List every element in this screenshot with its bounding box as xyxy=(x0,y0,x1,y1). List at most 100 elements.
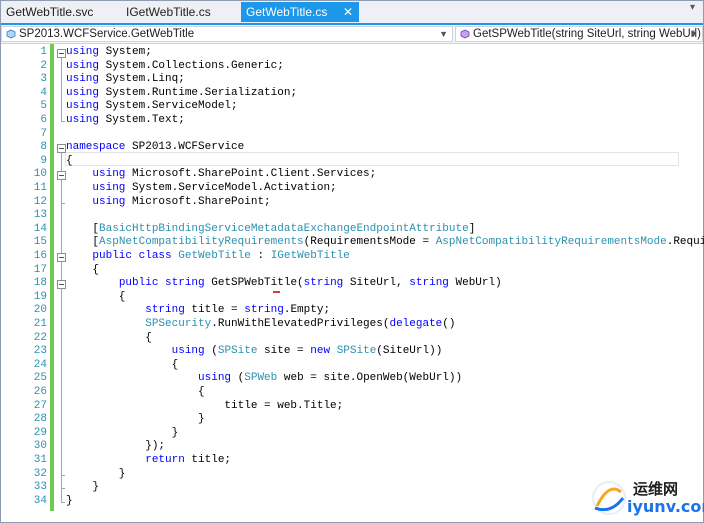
code-editor[interactable]: 1 2 3 4 5 6 7 8 9 10 11 12 13 14 15 16 17 18 19 20 21 22 23 24 2… xyxy=(1,44,704,522)
code-line[interactable]: namespace SP2013.WCFService xyxy=(66,141,244,155)
line-number: 5 xyxy=(40,100,47,113)
line-number: 20 xyxy=(33,304,47,317)
line-number: 22 xyxy=(33,331,47,344)
collapse-icon[interactable] xyxy=(57,49,66,58)
code-line[interactable]: [BasicHttpBindingServiceMetadataExchange… xyxy=(66,223,475,237)
close-icon[interactable]: ✕ xyxy=(343,2,353,22)
line-number: 23 xyxy=(33,345,47,358)
code-line[interactable]: using System; xyxy=(66,46,152,60)
code-line[interactable]: public class GetWebTitle : IGetWebTitle xyxy=(66,250,350,264)
line-number: 15 xyxy=(33,236,47,249)
code-line[interactable]: using System.Collections.Generic; xyxy=(66,60,284,74)
method-icon xyxy=(460,29,470,39)
line-number: 26 xyxy=(33,386,47,398)
chevron-down-icon: ▼ xyxy=(689,29,698,39)
fold-guide-line xyxy=(61,289,62,476)
code-line[interactable]: { xyxy=(66,291,126,305)
code-line[interactable]: using (SPSite site = new SPSite(SiteUrl)… xyxy=(66,345,443,359)
line-number: 21 xyxy=(33,318,47,330)
line-number: 19 xyxy=(33,290,47,303)
fold-guide-end xyxy=(61,202,65,204)
type-dropdown-label: SP2013.WCFService.GetWebTitle xyxy=(19,28,195,40)
code-line[interactable]: { xyxy=(66,264,99,278)
tab-getwebtitle-svc[interactable]: GetWebTitle.svc xyxy=(1,2,119,22)
type-dropdown[interactable]: SP2013.WCFService.GetWebTitle ▼ xyxy=(1,26,453,42)
code-line[interactable]: } xyxy=(66,427,179,441)
line-number: 8 xyxy=(40,141,47,154)
line-number: 1 xyxy=(40,46,47,58)
code-line[interactable]: }); xyxy=(66,440,165,454)
line-number: 13 xyxy=(33,209,47,222)
code-line[interactable]: SPSecurity.RunWithElevatedPrivileges(del… xyxy=(66,318,455,332)
line-number: 29 xyxy=(33,426,47,439)
line-number: 11 xyxy=(33,182,47,194)
code-line[interactable]: { xyxy=(66,155,73,169)
code-line[interactable]: } xyxy=(66,413,205,427)
code-line[interactable]: using Microsoft.SharePoint; xyxy=(66,196,270,210)
fold-guide-line xyxy=(61,180,62,204)
code-line[interactable]: public string GetSPWebTitle(string SiteU… xyxy=(66,277,502,291)
member-dropdown[interactable]: GetSPWebTitle(string SiteUrl, string Web… xyxy=(455,26,703,42)
fold-guide-end xyxy=(61,488,65,490)
code-line[interactable]: [AspNetCompatibilityRequirements(Require… xyxy=(66,236,704,250)
line-number: 12 xyxy=(33,195,47,208)
code-line[interactable]: { xyxy=(66,359,179,373)
line-number: 32 xyxy=(33,467,47,480)
code-line[interactable]: } xyxy=(66,481,99,495)
line-number: 6 xyxy=(40,114,47,126)
line-number: 3 xyxy=(40,73,47,86)
watermark-chinese: 运维网 xyxy=(633,480,679,498)
editor-window: GetWebTitle.svc IGetWebTitle.cs GetWebTi… xyxy=(0,0,704,523)
tab-label: GetWebTitle.cs xyxy=(246,5,328,19)
line-number: 7 xyxy=(40,127,47,140)
error-squiggle xyxy=(273,289,280,293)
line-number: 25 xyxy=(33,372,47,385)
line-number: 28 xyxy=(33,413,47,426)
line-number: 31 xyxy=(33,454,47,466)
code-line[interactable]: using System.ServiceModel; xyxy=(66,100,238,114)
line-number: 18 xyxy=(33,277,47,290)
line-number: 2 xyxy=(40,59,47,72)
line-number: 4 xyxy=(40,86,47,99)
class-icon xyxy=(6,29,16,39)
line-number: 33 xyxy=(33,481,47,494)
watermark: 运维网 iyunv.com xyxy=(589,476,704,520)
code-line[interactable]: using System.Text; xyxy=(66,114,185,128)
line-number: 9 xyxy=(40,154,47,167)
line-number: 10 xyxy=(33,168,47,181)
line-number: 14 xyxy=(33,222,47,235)
collapse-icon[interactable] xyxy=(57,171,66,181)
watermark-logo xyxy=(592,481,626,515)
code-line[interactable]: using System.Linq; xyxy=(66,73,185,87)
line-number: 24 xyxy=(33,358,47,371)
tab-label: IGetWebTitle.cs xyxy=(126,5,211,19)
code-line[interactable]: using System.ServiceModel.Activation; xyxy=(66,182,336,196)
fold-guide-end xyxy=(61,474,65,476)
tab-overflow-icon[interactable]: ▾ xyxy=(690,2,695,13)
tab-getwebtitle-cs[interactable]: GetWebTitle.cs ✕ xyxy=(241,2,359,22)
change-tracking-bar xyxy=(50,44,54,511)
member-dropdown-label: GetSPWebTitle(string SiteUrl, string Web… xyxy=(473,28,701,40)
code-line[interactable]: using (SPWeb web = site.OpenWeb(WebUrl)) xyxy=(66,372,462,386)
fold-guide-line xyxy=(61,58,62,122)
navigation-bar: SP2013.WCFService.GetWebTitle ▼ GetSPWeb… xyxy=(1,25,703,44)
tab-igetwebtitle-cs[interactable]: IGetWebTitle.cs xyxy=(121,2,239,22)
collapse-icon[interactable] xyxy=(57,144,66,154)
code-line[interactable]: title = web.Title; xyxy=(66,400,343,414)
code-line[interactable]: } xyxy=(66,495,73,509)
code-line[interactable]: return title; xyxy=(66,454,231,468)
code-line[interactable]: string title = string.Empty; xyxy=(66,304,330,318)
collapse-icon[interactable] xyxy=(57,253,66,262)
code-line[interactable]: } xyxy=(66,468,126,482)
code-line[interactable]: using Microsoft.SharePoint.Client.Servic… xyxy=(66,168,376,182)
document-tab-strip: GetWebTitle.svc IGetWebTitle.cs GetWebTi… xyxy=(1,1,703,25)
watermark-site: iyunv.com xyxy=(627,497,704,516)
line-number: 17 xyxy=(33,263,47,276)
code-line[interactable]: using System.Runtime.Serialization; xyxy=(66,87,297,101)
code-line[interactable]: { xyxy=(66,332,152,346)
collapse-icon[interactable] xyxy=(57,280,66,290)
fold-guide-end xyxy=(61,501,65,503)
tab-label: GetWebTitle.svc xyxy=(6,5,94,19)
line-number: 30 xyxy=(33,440,47,453)
code-line[interactable]: { xyxy=(66,386,205,400)
